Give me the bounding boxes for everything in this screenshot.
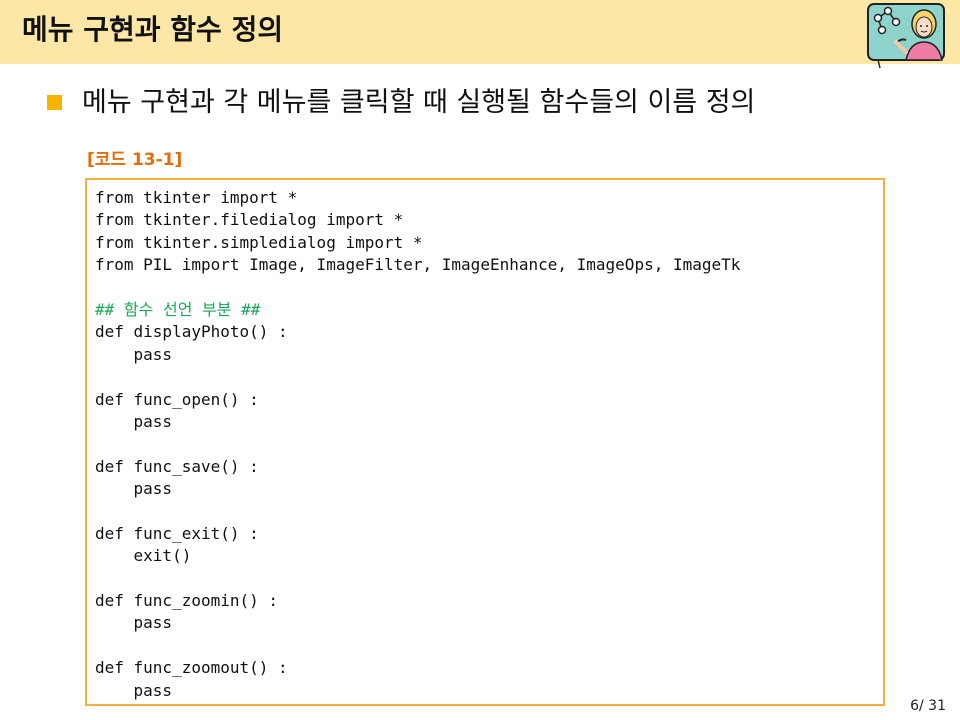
code-line: from tkinter import * [95, 188, 298, 207]
bullet-text: 메뉴 구현과 각 메뉴를 클릭할 때 실행될 함수들의 이름 정의 [82, 87, 756, 118]
code-line: def displayPhoto() : [95, 322, 288, 342]
code-line: def func_zoomout() : [95, 658, 288, 678]
code-line: exit() [95, 546, 192, 566]
code-line: def func_open() : [95, 389, 259, 409]
code-line: def func_save() : [95, 456, 259, 476]
presenter-woman-network-icon [867, 3, 945, 69]
bullet-square [47, 95, 62, 110]
code-line: from tkinter.filedialog import * [95, 210, 404, 230]
code-line: pass [95, 479, 173, 499]
code-line: pass [95, 613, 173, 633]
code-line: def func_exit() : [95, 523, 259, 543]
code-line: pass [95, 680, 173, 700]
code-caption: [코드 13-1] [87, 150, 183, 170]
slide-title: 메뉴 구현과 함수 정의 [22, 13, 284, 46]
page-number: 6/ 31 [910, 698, 946, 714]
code-line: from tkinter.simpledialog import * [95, 232, 423, 252]
code-line: pass [95, 344, 173, 364]
code-box: from tkinter import * from tkinter.filedi… [85, 178, 885, 706]
code-block: from tkinter import * from tkinter.filedi… [95, 187, 740, 702]
code-line: def func_zoomin() : [95, 591, 279, 611]
code-comment-line: ## 함수 선언 부분 ## [95, 299, 261, 319]
code-line: pass [95, 411, 173, 431]
code-line: from PIL import Image, ImageFilter, Imag… [95, 255, 741, 275]
